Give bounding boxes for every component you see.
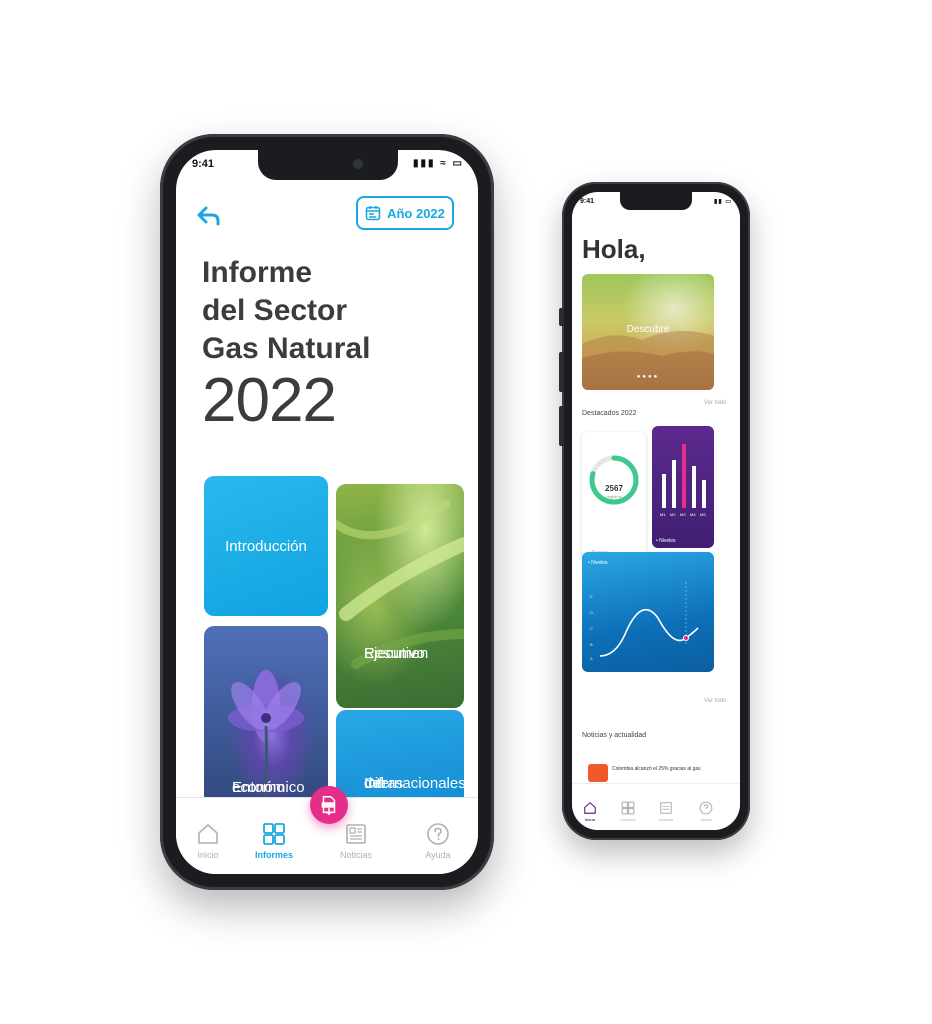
year-selector-button[interactable]: Año 2022 xyxy=(356,196,454,230)
status-time-2: 9:41 xyxy=(580,198,595,205)
ver-todo-noticias-link[interactable]: Ver todo xyxy=(704,698,726,704)
front-phone: 9:41 ▮▮▮ ≈ ▭ Año 2022 Informe del Sector… xyxy=(160,134,494,890)
bar-4 xyxy=(692,466,696,508)
niveles-line-card[interactable]: • Niveles EDCBA xyxy=(582,552,714,672)
newspaper-icon xyxy=(660,802,672,814)
tab-informes-2[interactable]: Informes xyxy=(612,801,644,822)
carousel-dots[interactable]: ●●●● xyxy=(582,374,714,380)
home-icon xyxy=(584,802,596,814)
noticias-title: Noticias y actualidad xyxy=(582,732,647,739)
title-year: 2022 xyxy=(202,366,337,435)
alcance-value: 2567 xyxy=(605,484,623,493)
title-line-3: Gas Natural xyxy=(202,332,371,365)
tab-noticias-2-label: Noticias xyxy=(658,817,674,822)
niveles-bar-card[interactable]: M1 M2 M3 M4 M5 • Niveles xyxy=(652,426,714,548)
niveles-bar-caption: • Niveles xyxy=(656,538,676,544)
bar-1 xyxy=(662,474,666,508)
tab-inicio-2[interactable]: Inicio xyxy=(574,801,606,822)
mute-switch xyxy=(559,308,564,326)
svg-text:A: A xyxy=(590,656,593,661)
bar-label-2: M2 xyxy=(670,512,676,516)
tab-inicio-2-label: Inicio xyxy=(584,817,596,822)
tile-entorno-line-2: económico xyxy=(232,779,305,796)
bar-label-5: M5 xyxy=(700,512,706,516)
newspaper-icon xyxy=(346,824,366,844)
tab-informes-label: Informes xyxy=(254,850,293,860)
notch-2 xyxy=(620,192,692,210)
back-button[interactable] xyxy=(196,204,224,228)
tile-resumen-ejecutivo[interactable]: Resumen Ejecutivo xyxy=(336,484,464,708)
tab-noticias[interactable]: Noticias xyxy=(326,822,386,860)
destacados-title: Destacados 2022 xyxy=(582,410,637,417)
tile-resumen-line-2: Ejecutivo xyxy=(364,645,425,662)
tab-inicio-label: Inicio xyxy=(197,850,219,860)
news-thumbnail xyxy=(588,764,608,782)
tile-introduccion-label: Introducción xyxy=(225,537,307,555)
tab-ayuda-2[interactable]: Ayuda xyxy=(690,801,722,822)
tab-ayuda-2-label: Ayuda xyxy=(700,817,712,822)
notch xyxy=(258,150,398,180)
back-phone-screen: 9:41 ▮▮ ▭ Hola, Descubre ●●●● Destacados… xyxy=(572,192,740,830)
ver-todo-destacados-link[interactable]: Ver todo xyxy=(704,400,726,406)
bar-label-4: M4 xyxy=(690,512,696,516)
svg-text:C: C xyxy=(590,626,593,631)
banner-label: Descubre xyxy=(626,324,670,335)
grid-icon xyxy=(263,823,285,845)
home-icon xyxy=(198,824,218,844)
download-pdf-button[interactable] xyxy=(310,786,348,824)
tab-noticias-label: Noticias xyxy=(339,850,372,860)
line-chart: E D C B A xyxy=(590,582,699,661)
help-icon xyxy=(699,801,713,815)
tab-informes[interactable]: Informes xyxy=(244,822,304,860)
svg-text:D: D xyxy=(590,610,593,615)
back-arrow-icon xyxy=(197,206,220,226)
discover-banner[interactable]: Descubre ●●●● xyxy=(582,274,714,390)
news-headline: Colombia alcanzó el 25% gracias al gas xyxy=(612,766,701,772)
bar-chart: M1 M2 M3 M4 M5 xyxy=(660,444,706,516)
bar-2 xyxy=(672,460,676,508)
help-icon xyxy=(427,823,449,845)
page-title: Informe del Sector Gas Natural 2022 xyxy=(202,254,370,432)
bar-5 xyxy=(702,480,706,508)
calendar-icon xyxy=(365,206,381,221)
svg-text:B: B xyxy=(590,642,593,647)
greeting: Hola, xyxy=(582,234,646,264)
tile-entorno-economico[interactable]: Entorno económico xyxy=(204,626,328,826)
news-card[interactable]: Colombia alcanzó el 25% gracias al gas xyxy=(582,752,714,782)
tile-introduccion[interactable]: Introducción xyxy=(204,476,328,616)
status-icons-2: ▮▮ ▭ xyxy=(714,199,732,205)
volume-up-button xyxy=(559,352,564,392)
tab-ayuda-label: Ayuda xyxy=(425,850,451,860)
year-selector-label: Año 2022 xyxy=(387,205,445,221)
alcance-unit: registros xyxy=(606,494,622,499)
status-icons: ▮▮▮ ≈ ▭ xyxy=(412,158,464,169)
bar-3 xyxy=(682,444,686,508)
tab-noticias-2[interactable]: Noticias xyxy=(650,801,682,822)
bar-label-1: M1 xyxy=(660,512,666,516)
bottom-tab-bar-2: Inicio Informes Noticias Ayuda xyxy=(572,783,740,830)
alcance-card[interactable]: 2567 registros • Alcance xyxy=(582,432,646,562)
title-line-1: Informe xyxy=(202,256,313,289)
donut-chart xyxy=(589,455,639,505)
status-time: 9:41 xyxy=(192,158,215,170)
pdf-download-icon xyxy=(321,796,336,816)
back-phone: 9:41 ▮▮ ▭ Hola, Descubre ●●●● Destacados… xyxy=(559,182,750,840)
tab-ayuda[interactable]: Ayuda xyxy=(408,822,468,860)
volume-down-button xyxy=(559,406,564,446)
plant-image xyxy=(336,500,464,669)
camera-icon xyxy=(353,159,363,169)
title-line-2: del Sector xyxy=(202,294,348,327)
bar-label-3: M3 xyxy=(680,512,686,516)
tab-inicio[interactable]: Inicio xyxy=(178,822,238,860)
front-phone-screen: 9:41 ▮▮▮ ≈ ▭ Año 2022 Informe del Sector… xyxy=(176,150,478,874)
tab-informes-2-label: Informes xyxy=(620,817,636,822)
grid-icon xyxy=(621,801,635,815)
svg-text:E: E xyxy=(590,594,593,599)
